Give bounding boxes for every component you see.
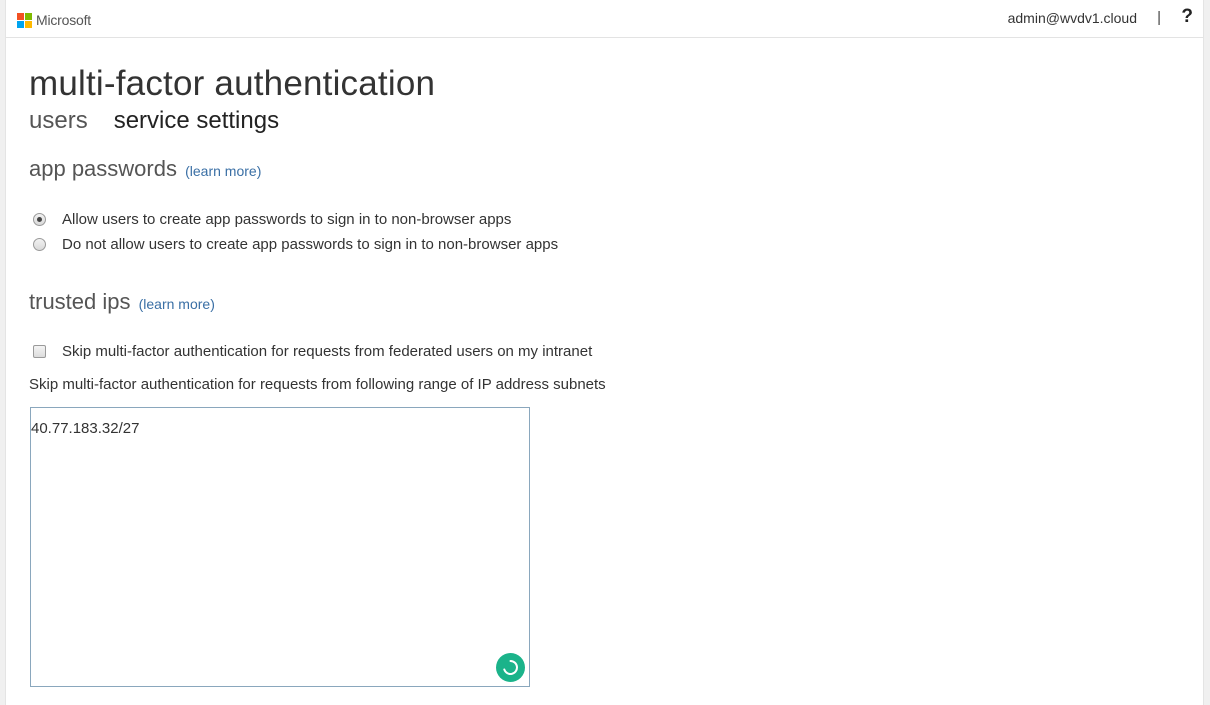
trusted-ips-heading: trusted ips (learn more)	[29, 289, 215, 315]
page-frame: Microsoft admin@wvdv1.cloud | ? multi-fa…	[5, 0, 1204, 705]
tab-users[interactable]: users	[29, 107, 88, 135]
allow-app-passwords-label[interactable]: Allow users to create app passwords to s…	[62, 211, 511, 228]
help-icon[interactable]: ?	[1181, 6, 1193, 28]
federated-users-checkbox[interactable]	[33, 345, 46, 358]
loading-spinner-icon	[496, 653, 525, 682]
tab-bar: users service settings	[29, 107, 279, 135]
subnets-label: Skip multi-factor authentication for req…	[29, 376, 606, 393]
federated-users-option[interactable]: Skip multi-factor authentication for req…	[33, 343, 592, 360]
app-passwords-title: app passwords	[29, 156, 177, 181]
microsoft-logo[interactable]: Microsoft	[17, 12, 91, 28]
microsoft-logo-icon	[17, 12, 32, 28]
trusted-ips-learn-more-link[interactable]: (learn more)	[139, 296, 215, 312]
app-passwords-heading: app passwords (learn more)	[29, 156, 261, 182]
tab-service-settings[interactable]: service settings	[114, 107, 279, 135]
app-passwords-deny-option[interactable]: Do not allow users to create app passwor…	[33, 236, 558, 253]
account-name[interactable]: admin@wvdv1.cloud	[1008, 10, 1137, 26]
brand-name: Microsoft	[36, 12, 91, 28]
app-passwords-allow-option[interactable]: Allow users to create app passwords to s…	[33, 211, 511, 228]
federated-users-label[interactable]: Skip multi-factor authentication for req…	[62, 343, 592, 360]
allow-app-passwords-radio[interactable]	[33, 213, 46, 226]
page-title: multi-factor authentication	[29, 64, 436, 103]
top-bar: Microsoft admin@wvdv1.cloud | ?	[6, 0, 1203, 38]
app-passwords-learn-more-link[interactable]: (learn more)	[185, 163, 261, 179]
deny-app-passwords-radio[interactable]	[33, 238, 46, 251]
header-separator: |	[1157, 9, 1161, 26]
deny-app-passwords-label[interactable]: Do not allow users to create app passwor…	[62, 236, 558, 253]
ip-subnets-textarea[interactable]: 40.77.183.32/27	[30, 407, 530, 687]
trusted-ips-title: trusted ips	[29, 289, 131, 314]
